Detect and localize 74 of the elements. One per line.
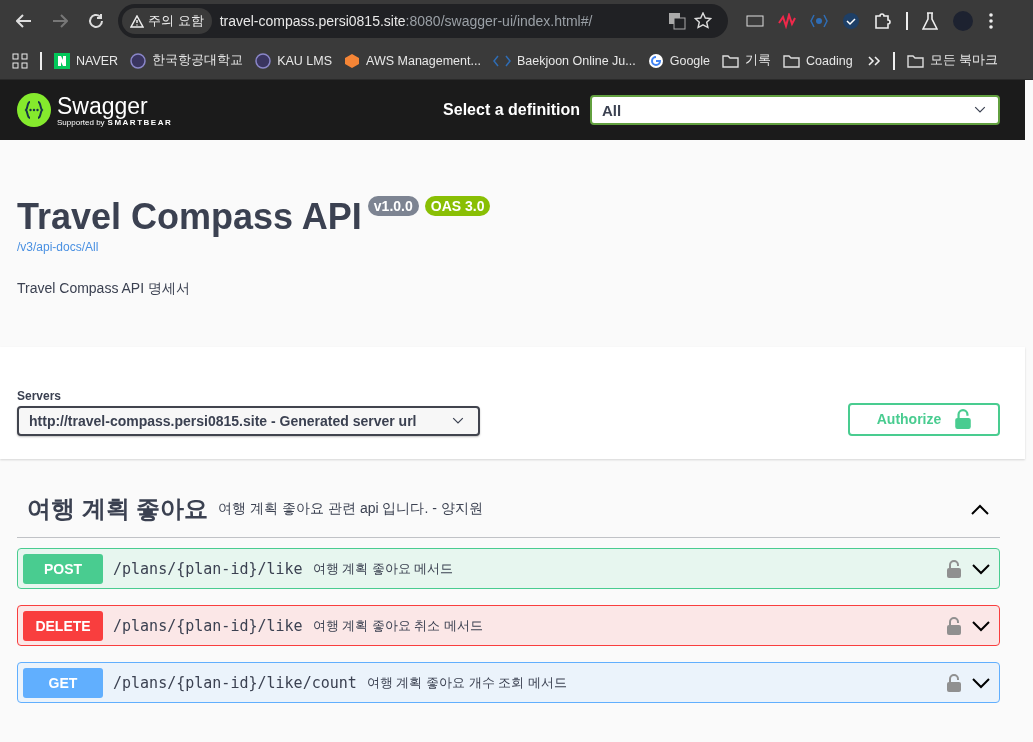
server-select[interactable]: http://travel-compass.persi0815.site - Generated server url	[17, 405, 480, 436]
folder-icon	[783, 53, 801, 68]
back-arrow-icon	[16, 14, 32, 28]
padlock-icon	[947, 673, 961, 692]
method-badge: GET	[23, 667, 103, 698]
cube-icon	[344, 52, 361, 69]
tag-title: 여행 계획 좋아요	[27, 494, 209, 524]
chevron-icon	[971, 676, 991, 689]
reload-icon	[88, 13, 104, 29]
collapse-button[interactable]	[970, 503, 990, 515]
definition-select[interactable]: All	[590, 95, 1000, 125]
logo-tagline: Supported by	[57, 117, 105, 127]
translate-icon[interactable]	[668, 12, 686, 30]
google-icon	[647, 52, 664, 69]
n-logo-icon	[54, 52, 70, 69]
bookmark[interactable]: Baekjoon Online Ju...	[492, 53, 636, 68]
bookmark-folder[interactable]: 모든 북마크	[906, 52, 999, 69]
bookmark[interactable]: Coading	[783, 53, 853, 68]
bookmark[interactable]: KAU LMS	[255, 52, 333, 69]
caret-icon	[974, 106, 986, 114]
address-bar[interactable]: 주의 요함 travel-compass.persi0815.site:8080/swagger-ui/index.html#/	[118, 4, 728, 38]
security-chip[interactable]: 주의 요함	[122, 8, 212, 34]
forward-arrow-icon	[52, 14, 68, 28]
flask-icon[interactable]	[922, 12, 938, 30]
chevron-icon	[971, 562, 991, 575]
endpoint-summary: 여행 계획 좋아요 취소 메서드	[312, 616, 485, 635]
operation-row[interactable]: POST /plans/{plan-id}/like 여행 계획 좋아요 메서드	[17, 548, 1000, 589]
zigzag-icon[interactable]	[778, 13, 796, 29]
apps-grid-icon[interactable]	[12, 52, 28, 69]
bookmark[interactable]: 기록	[722, 52, 772, 69]
api-title: Travel Compass API	[17, 195, 362, 239]
folder-icon	[906, 53, 924, 68]
servers-label: Servers	[17, 388, 63, 403]
double-chevron-icon[interactable]	[866, 54, 881, 67]
bookmark[interactable]: 한국항공대학교	[130, 52, 244, 69]
caret-icon	[452, 416, 464, 425]
swagger-logo-icon	[17, 93, 51, 127]
globe-icon	[130, 52, 147, 69]
puzzle-icon[interactable]	[874, 12, 892, 30]
more-icon[interactable]	[988, 12, 994, 30]
operation-row[interactable]: DELETE /plans/{plan-id}/like 여행 계획 좋아요 취소 메서드	[17, 605, 1000, 646]
chevron-icon	[970, 503, 990, 515]
code-icon	[492, 54, 511, 67]
method-badge: POST	[23, 553, 103, 584]
url-text: travel-compass.persi0815.site:8080/swagger-ui/index.html#/	[219, 13, 594, 29]
expand-button[interactable]	[971, 562, 991, 575]
star-icon[interactable]	[694, 12, 712, 30]
bookmark[interactable]: Google	[647, 52, 711, 69]
chevron-icon	[971, 619, 991, 632]
version-badge: v1.0.0	[367, 196, 419, 216]
bookmark[interactable]: NAVER	[54, 52, 119, 69]
endpoint-path: /plans/{plan-id}/like	[113, 559, 303, 578]
api-description: Travel Compass API 명세서	[17, 280, 191, 298]
padlock-icon	[947, 559, 961, 578]
expand-button[interactable]	[971, 619, 991, 632]
checkmark-circle-icon[interactable]	[842, 12, 860, 30]
expand-button[interactable]	[971, 676, 991, 689]
endpoint-summary: 여행 계획 좋아요 개수 조회 메서드	[366, 673, 568, 692]
padlock-icon	[955, 409, 972, 429]
oas-badge: OAS 3.0	[424, 196, 491, 216]
padlock-icon	[947, 616, 961, 635]
security-text: 주의 요함	[148, 12, 204, 30]
endpoint-path: /plans/{plan-id}/like/count	[113, 673, 357, 692]
bookmark[interactable]: AWS Management...	[344, 52, 481, 69]
endpoint-path: /plans/{plan-id}/like	[113, 616, 303, 635]
definition-label: Select a definition	[443, 101, 580, 119]
method-badge: DELETE	[23, 610, 103, 641]
logo-text: Swagger	[57, 93, 149, 118]
tag-description: 여행 계획 좋아요 관련 api 입니다. - 양지원	[218, 500, 484, 518]
endpoint-summary: 여행 계획 좋아요 메서드	[312, 559, 455, 578]
globe-icon	[255, 52, 272, 69]
warning-icon	[130, 14, 144, 28]
folder-icon	[722, 53, 740, 68]
operation-row[interactable]: GET /plans/{plan-id}/like/count 여행 계획 좋아요 개수 조회 메서드	[17, 662, 1000, 703]
